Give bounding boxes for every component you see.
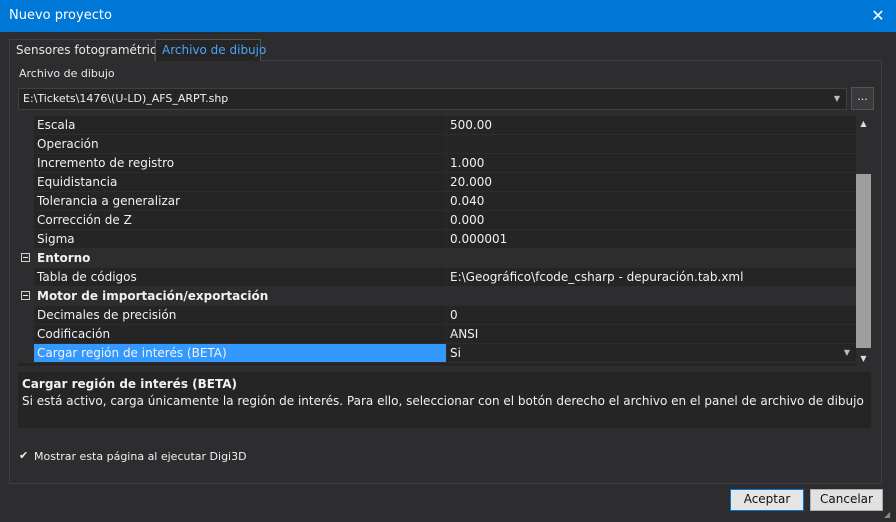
show-page-label: Mostrar esta página al ejecutar Digi3D [34,450,247,463]
description-title: Cargar región de interés (BETA) [22,377,237,391]
chevron-down-icon[interactable]: ▼ [840,346,854,360]
column-separator [446,116,447,135]
resize-grip-icon[interactable]: ◢ [884,510,894,520]
grid-property-row[interactable]: Equidistancia 20.000 [18,173,856,192]
grid-property-row[interactable]: Operación [18,135,856,154]
grid-property-row[interactable]: Escala 500.00 [18,116,856,135]
scroll-thumb[interactable] [856,174,871,348]
scroll-down-icon[interactable]: ▼ [856,351,871,366]
close-icon[interactable]: ✕ [864,3,892,29]
property-value[interactable]: 0.040 [450,194,484,208]
grid-property-row[interactable]: Tolerancia a generalizar 0.040 [18,192,856,211]
grid-category-row[interactable]: Entorno [18,249,856,268]
title-bar: Nuevo proyecto ✕ [0,0,896,32]
property-value[interactable]: 20.000 [450,175,492,189]
column-separator [446,325,447,344]
property-value[interactable]: ANSI [450,327,478,341]
property-name: Codificación [37,327,111,341]
grid-scrollbar[interactable]: ▲ ▼ [856,116,871,366]
row-gutter [18,116,34,134]
column-separator [446,344,447,363]
column-separator [446,173,447,192]
property-name: Incremento de registro [37,156,175,170]
row-gutter [18,173,34,191]
row-gutter [18,249,34,267]
grid-property-row[interactable]: Codificación ANSI [18,325,856,344]
row-gutter [18,192,34,210]
property-name: Corrección de Z [37,213,132,227]
column-separator [446,211,447,230]
grid-category-row[interactable]: Motor de importación/exportación [18,287,856,306]
collapse-icon[interactable] [21,291,30,300]
category-label: Motor de importación/exportación [37,289,269,303]
drawing-file-combo[interactable]: E:\Tickets\1476\(U-LD)_AFS_ARPT.shp ▼ [18,88,847,110]
row-gutter [18,211,34,229]
row-gutter [18,306,34,324]
property-name: Tolerancia a generalizar [37,194,181,208]
tab-archivo-de-dibujo[interactable]: Archivo de dibujo [155,39,266,61]
scroll-up-icon[interactable]: ▲ [856,116,871,131]
property-value[interactable]: Si [450,346,461,360]
window-title: Nuevo proyecto [9,8,112,23]
row-gutter [18,287,34,305]
column-separator [446,268,447,287]
property-description-panel: Cargar región de interés (BETA) Si está … [18,372,871,428]
row-gutter [18,135,34,153]
property-name: Operación [37,137,99,151]
grid-property-row[interactable]: Incremento de registro 1.000 [18,154,856,173]
grid-property-row[interactable]: Tabla de códigos E:\Geográfico\fcode_csha… [18,268,856,287]
grid-property-row[interactable]: Cargar región de interés (BETA) Si ▼ [18,344,856,363]
property-name: Sigma [37,232,75,246]
cancel-button[interactable]: Cancelar [810,489,883,511]
property-name: Cargar región de interés (BETA) [37,346,227,360]
tab-sensores-fotogrametricos[interactable]: Sensores fotogramétricos [9,39,170,61]
description-text: Si está activo, carga únicamente la regi… [22,394,864,408]
property-name: Tabla de códigos [37,270,137,284]
row-gutter [18,268,34,286]
row-gutter [18,344,34,362]
grid-property-row[interactable]: Decimales de precisión 0 [18,306,856,325]
property-name: Equidistancia [37,175,118,189]
column-separator [446,135,447,154]
drawing-file-value: E:\Tickets\1476\(U-LD)_AFS_ARPT.shp [23,92,229,105]
column-separator [446,154,447,173]
grid-property-row[interactable]: Sigma 0.000001 [18,230,856,249]
browse-button[interactable]: ... [851,87,874,110]
property-grid: Escala 500.00 Operación Incremento de regis… [18,116,856,366]
property-value[interactable]: 0.000 [450,213,484,227]
column-separator [446,306,447,325]
accept-button[interactable]: Aceptar [730,489,804,511]
checkmark-icon[interactable]: ✔ [19,450,30,461]
property-name: Escala [37,118,76,132]
property-value[interactable]: 1.000 [450,156,484,170]
property-value[interactable]: 0.000001 [450,232,507,246]
column-separator [446,230,447,249]
row-gutter [18,230,34,248]
chevron-down-icon[interactable]: ▼ [830,91,844,107]
property-name: Decimales de precisión [37,308,177,322]
column-separator [446,192,447,211]
drawing-file-label: Archivo de dibujo [19,67,115,80]
property-value[interactable]: E:\Geográfico\fcode_csharp - depuración.… [450,270,743,284]
category-label: Entorno [37,251,91,265]
row-gutter [18,325,34,343]
property-value[interactable]: 500.00 [450,118,492,132]
collapse-icon[interactable] [21,253,30,262]
property-value[interactable]: 0 [450,308,458,322]
grid-property-row[interactable]: Corrección de Z 0.000 [18,211,856,230]
row-gutter [18,154,34,172]
